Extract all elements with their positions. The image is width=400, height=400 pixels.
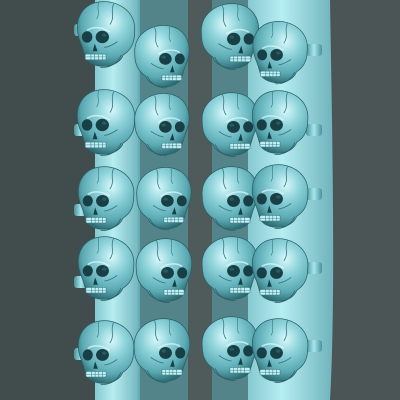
model-viewport xyxy=(0,0,400,400)
skull-sprue-render xyxy=(0,0,400,400)
